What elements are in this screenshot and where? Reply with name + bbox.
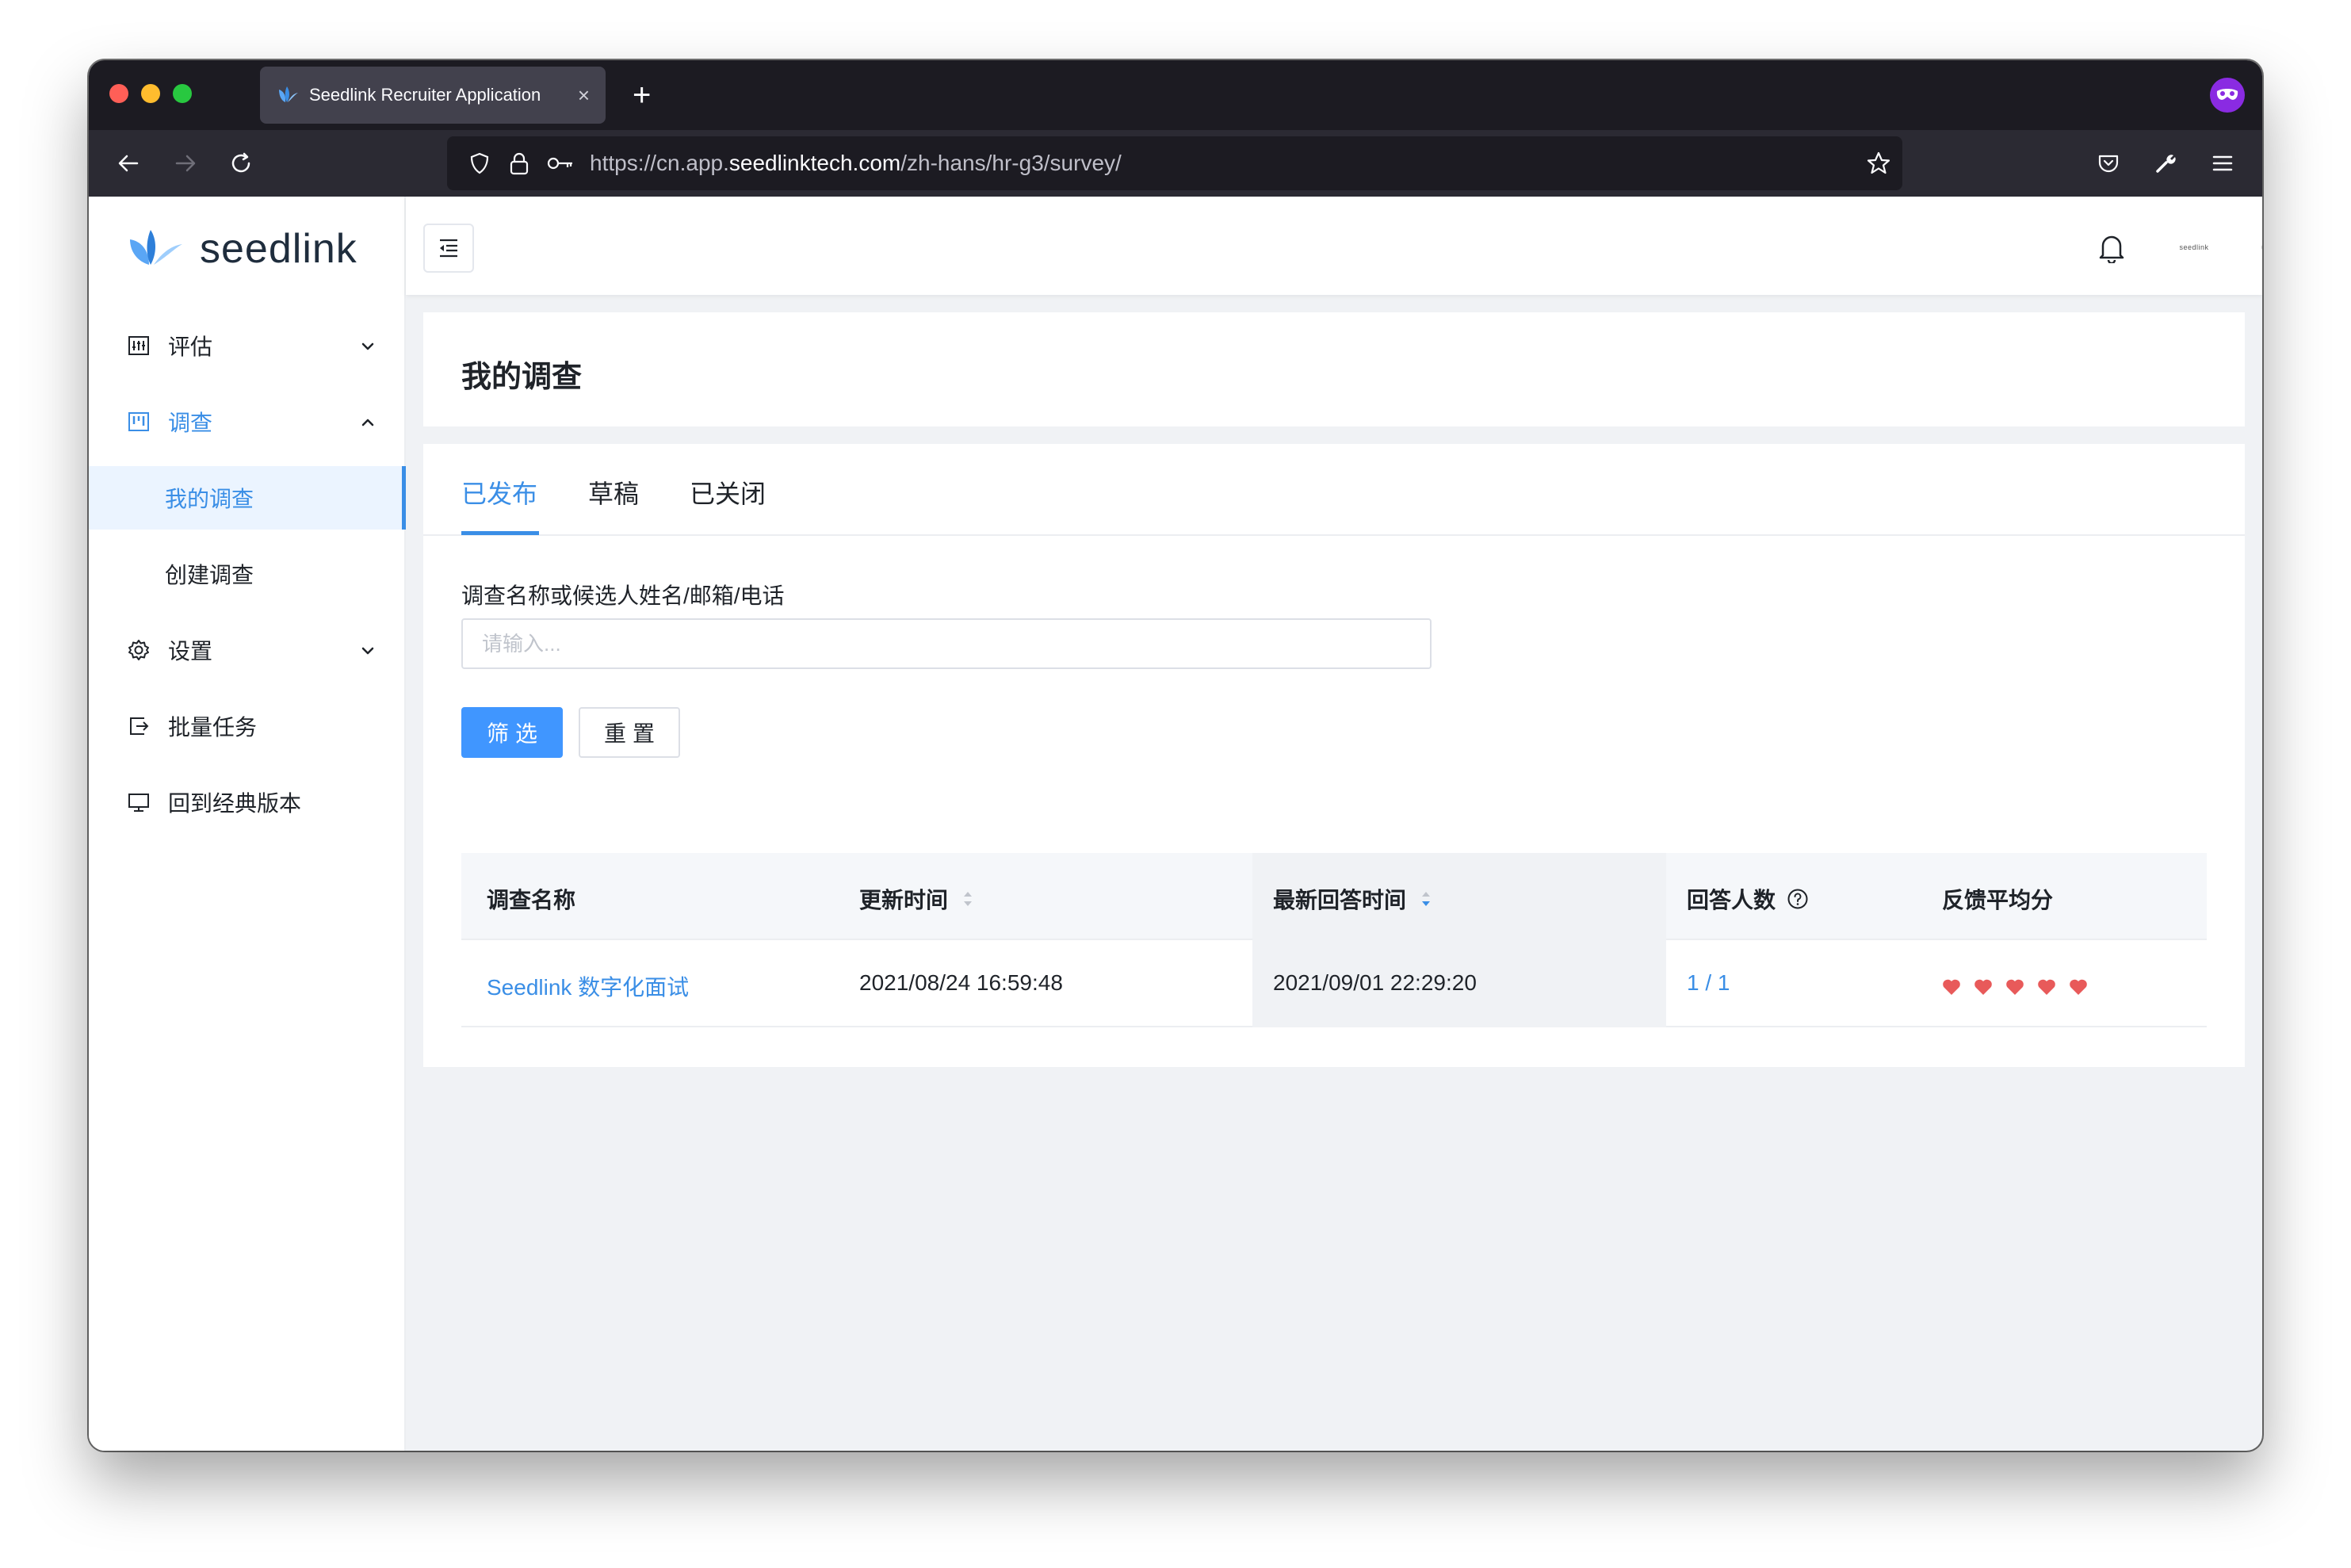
latest-answer-time: 2021/09/01 22:29:20	[1273, 970, 1477, 995]
sorted-column-highlight	[1252, 853, 1666, 1027]
close-window-button[interactable]	[109, 84, 128, 103]
column-header-updated[interactable]: 更新时间	[859, 883, 973, 915]
search-input[interactable]	[461, 618, 1432, 669]
url-text[interactable]: https://cn.app.seedlinktech.com/zh-hans/…	[590, 151, 1122, 176]
lock-icon[interactable]	[509, 151, 529, 175]
respondents-count-link[interactable]: 1 / 1	[1687, 970, 1730, 996]
reset-button[interactable]: 重置	[579, 707, 680, 758]
minimize-window-button[interactable]	[141, 84, 160, 103]
column-header-name: 调查名称	[487, 888, 576, 912]
sidebar-item-label: 调查	[168, 411, 213, 435]
column-header-respondents: 回答人数	[1687, 883, 1809, 915]
browser-tab-bar: Seedlink Recruiter Application × +	[89, 60, 2262, 130]
heart-icon	[2005, 978, 2024, 996]
chart-icon	[127, 334, 151, 358]
sidebar-item-settings[interactable]: 设置	[89, 618, 406, 682]
collapse-sidebar-button[interactable]	[423, 224, 474, 273]
globe-icon[interactable]	[2259, 230, 2262, 265]
browser-tab[interactable]: Seedlink Recruiter Application ×	[260, 67, 606, 124]
private-mask-icon[interactable]	[2210, 78, 2245, 113]
heart-icon	[1974, 978, 1993, 996]
sidebar-item-classic-version[interactable]: 回到经典版本	[89, 771, 406, 834]
status-tabs: 已发布 草稿 已关闭	[423, 444, 2245, 536]
app-content: seedlink 评估 调查 我的调查 创建调查 设置 批量任务 回到经典版本 …	[89, 197, 2262, 1451]
tab-published[interactable]: 已发布	[461, 474, 537, 511]
new-tab-button[interactable]: +	[633, 73, 651, 117]
sidebar-subitem-my-surveys[interactable]: 我的调查	[89, 466, 406, 530]
chevron-down-icon	[358, 336, 377, 355]
filter-label: 调查名称或候选人姓名/邮箱/电话	[461, 583, 785, 608]
sidebar-item-label: 批量任务	[168, 715, 258, 740]
wrench-icon[interactable]	[2148, 146, 2183, 181]
logo-text: seedlink	[200, 226, 357, 272]
chevron-up-icon	[358, 412, 377, 431]
tab-close-icon[interactable]: ×	[578, 83, 590, 108]
tab-title: Seedlink Recruiter Application	[309, 85, 541, 105]
browser-window: Seedlink Recruiter Application × + https…	[89, 60, 2262, 1451]
question-circle-icon[interactable]	[1787, 888, 1809, 910]
address-bar[interactable]: https://cn.app.seedlinktech.com/zh-hans/…	[447, 136, 1902, 190]
seedlink-logo[interactable]: seedlink	[127, 225, 357, 273]
page-title: 我的调查	[461, 361, 583, 394]
monitor-icon	[127, 790, 151, 814]
sidebar-item-survey[interactable]: 调查	[89, 390, 406, 453]
heart-icon	[2037, 978, 2056, 996]
sort-caret-icon[interactable]	[962, 888, 973, 910]
rating-hearts	[1942, 978, 2088, 996]
seedlink-leaf-icon	[130, 230, 182, 265]
seedlink-favicon-icon	[276, 83, 300, 107]
column-header-rating: 反馈平均分	[1942, 888, 2054, 912]
key-icon[interactable]	[547, 155, 574, 171]
reload-icon[interactable]	[224, 146, 258, 181]
bookmark-star-icon[interactable]	[1866, 151, 1891, 176]
survey-name-link[interactable]: Seedlink 数字化面试	[487, 970, 689, 1002]
sidebar: seedlink 评估 调查 我的调查 创建调查 设置 批量任务 回到经典版本	[89, 197, 406, 1451]
gear-icon	[127, 638, 151, 662]
sidebar-item-label: 回到经典版本	[168, 791, 302, 816]
browser-nav-bar: https://cn.app.seedlinktech.com/zh-hans/…	[89, 130, 2262, 197]
avatar[interactable]: seedlink	[2177, 230, 2211, 265]
tab-closed[interactable]: 已关闭	[690, 474, 766, 511]
active-tab-indicator	[461, 531, 539, 535]
page-header-card: 我的调查	[423, 312, 2245, 426]
heart-icon	[1942, 978, 1961, 996]
hamburger-menu-icon[interactable]	[2205, 146, 2240, 181]
app-header: seedlink	[406, 197, 2262, 295]
sidebar-item-batch-tasks[interactable]: 批量任务	[89, 694, 406, 758]
survey-list-card: 已发布 草稿 已关闭 调查名称或候选人姓名/邮箱/电话 筛选 重置 调查名称 更…	[423, 444, 2245, 1067]
export-icon	[127, 714, 151, 738]
forward-arrow-icon[interactable]	[168, 146, 203, 181]
survey-icon	[127, 410, 151, 434]
updated-time: 2021/08/24 16:59:48	[859, 970, 1063, 995]
chevron-down-icon	[358, 641, 377, 660]
indent-icon	[440, 239, 457, 258]
sidebar-subitem-create-survey[interactable]: 创建调查	[89, 542, 406, 606]
column-header-latest-answer[interactable]: 最新回答时间	[1273, 883, 1432, 915]
back-arrow-icon[interactable]	[111, 146, 146, 181]
maximize-window-button[interactable]	[173, 84, 192, 103]
heart-icon	[2069, 978, 2088, 996]
avatar-text: seedlink	[2179, 243, 2209, 251]
filter-button[interactable]: 筛选	[461, 707, 563, 758]
sidebar-item-label: 设置	[168, 639, 213, 664]
sort-caret-icon[interactable]	[1420, 888, 1432, 910]
sidebar-subitem-label: 创建调查	[165, 563, 254, 587]
pocket-icon[interactable]	[2091, 146, 2126, 181]
sidebar-item-assessment[interactable]: 评估	[89, 314, 406, 377]
sidebar-subitem-label: 我的调查	[165, 487, 254, 511]
bell-icon[interactable]	[2094, 230, 2129, 265]
shield-icon[interactable]	[468, 151, 491, 175]
tab-drafts[interactable]: 草稿	[588, 474, 639, 511]
sidebar-item-label: 评估	[168, 335, 213, 359]
